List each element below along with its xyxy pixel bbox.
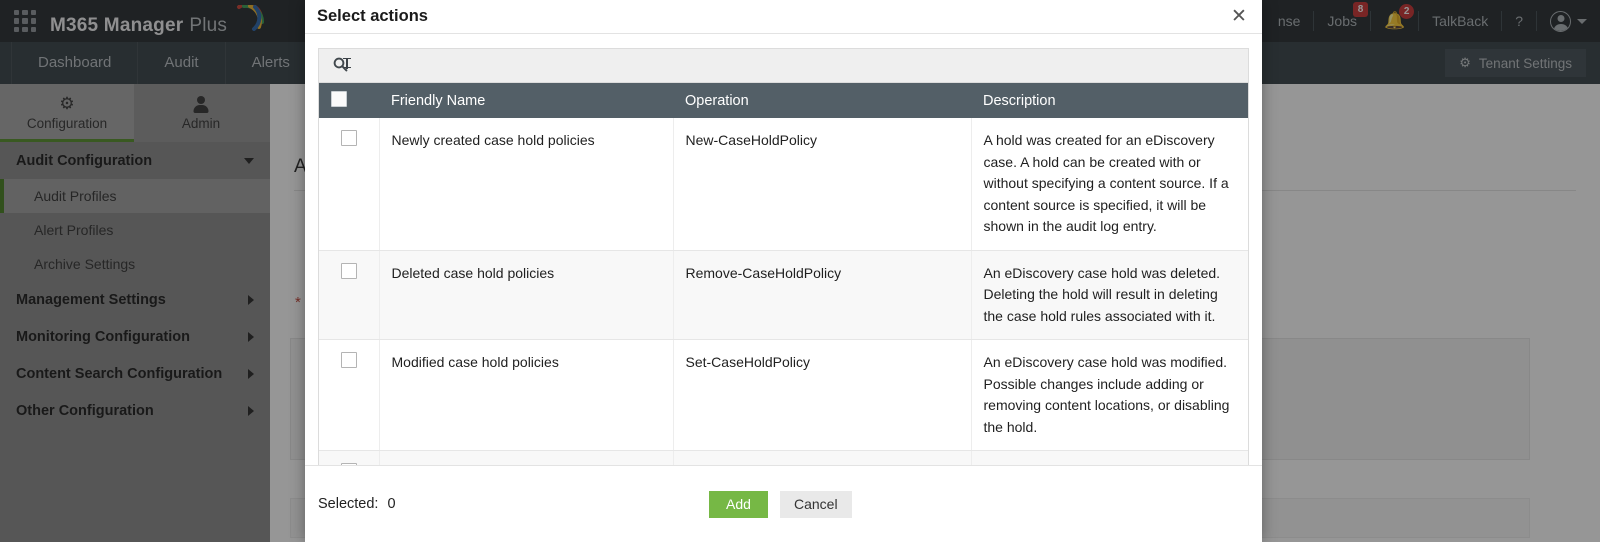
select-all-checkbox[interactable] xyxy=(331,91,347,107)
table-header: Friendly Name Operation Description xyxy=(319,83,1248,118)
actions-grid: Friendly Name Operation Description Newl… xyxy=(318,48,1249,465)
search-icon xyxy=(333,56,357,76)
table-body: Newly created case hold policies New-Cas… xyxy=(319,118,1248,465)
dialog-title: Select actions xyxy=(317,7,428,26)
table-row[interactable]: Modified case hold policies Set-CaseHold… xyxy=(319,340,1248,451)
cell-friendly-name: View existing case hold policies xyxy=(379,451,673,466)
cell-operation: Set-CaseHoldPolicy xyxy=(673,340,971,451)
dialog-body: Friendly Name Operation Description Newl… xyxy=(305,34,1262,465)
add-button[interactable]: Add xyxy=(709,491,768,518)
row-checkbox-cell[interactable] xyxy=(319,250,379,340)
selected-count: 0 xyxy=(387,496,395,512)
column-description[interactable]: Description xyxy=(971,83,1248,118)
dialog-header: Select actions ✕ xyxy=(305,0,1262,33)
column-select-all[interactable] xyxy=(319,83,379,118)
search-input[interactable] xyxy=(357,49,1248,82)
dialog-footer: Selected: 0 Add Cancel xyxy=(305,465,1262,542)
cancel-button[interactable]: Cancel xyxy=(780,491,852,518)
cell-operation: Remove-CaseHoldPolicy xyxy=(673,250,971,340)
cell-operation: Get-CaseHoldPolicy xyxy=(673,451,971,466)
row-checkbox[interactable] xyxy=(341,263,357,279)
cell-description: Viewed existing case hold policies xyxy=(971,451,1248,466)
table-header-row: Friendly Name Operation Description xyxy=(319,83,1248,118)
select-actions-dialog: Select actions ✕ xyxy=(305,0,1262,542)
cell-friendly-name: Deleted case hold policies xyxy=(379,250,673,340)
table-row[interactable]: Deleted case hold policies Remove-CaseHo… xyxy=(319,250,1248,340)
search-bar xyxy=(319,49,1248,83)
footer-buttons: Add Cancel xyxy=(709,491,852,518)
row-checkbox[interactable] xyxy=(341,130,357,146)
close-icon[interactable]: ✕ xyxy=(1226,3,1252,29)
actions-table: Friendly Name Operation Description Newl… xyxy=(319,83,1248,465)
table-row[interactable]: Newly created case hold policies New-Cas… xyxy=(319,118,1248,250)
cell-description: An eDiscovery case hold was deleted. Del… xyxy=(971,250,1248,340)
cell-friendly-name: Newly created case hold policies xyxy=(379,118,673,250)
row-checkbox-cell[interactable] xyxy=(319,340,379,451)
cell-description: An eDiscovery case hold was modified. Po… xyxy=(971,340,1248,451)
column-operation[interactable]: Operation xyxy=(673,83,971,118)
cell-friendly-name: Modified case hold policies xyxy=(379,340,673,451)
column-friendly-name[interactable]: Friendly Name xyxy=(379,83,673,118)
selected-label: Selected: xyxy=(318,496,378,512)
text-cursor-icon xyxy=(346,58,348,69)
cell-operation: New-CaseHoldPolicy xyxy=(673,118,971,250)
row-checkbox-cell[interactable] xyxy=(319,451,379,466)
cell-description: A hold was created for an eDiscovery cas… xyxy=(971,118,1248,250)
row-checkbox[interactable] xyxy=(341,352,357,368)
table-row[interactable]: View existing case hold policies Get-Cas… xyxy=(319,451,1248,466)
row-checkbox-cell[interactable] xyxy=(319,118,379,250)
